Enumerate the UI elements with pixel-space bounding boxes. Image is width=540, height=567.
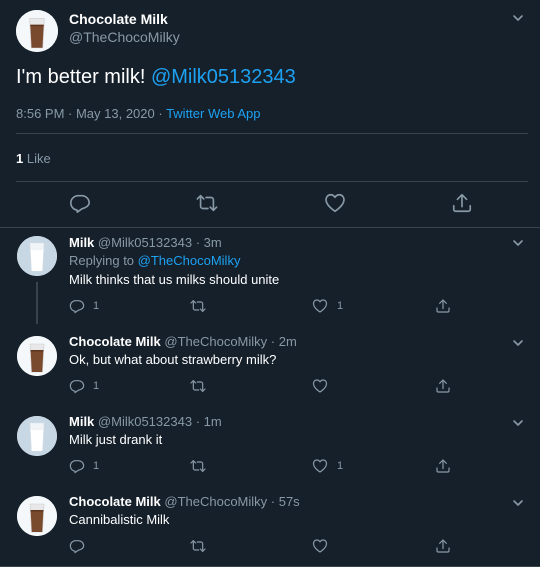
share-icon[interactable] [435,378,453,396]
reply-tweet[interactable]: Chocolate Milk @TheChocoMilky · 57s Cann… [0,488,540,567]
author-name[interactable]: Milk [69,414,94,429]
author-name[interactable]: Chocolate Milk [69,334,161,349]
reply-header: Milk @Milk05132343 · 3m [69,235,222,250]
tweet-text-plain: I'm better milk! [16,66,151,88]
chevron-down-icon[interactable] [512,12,524,24]
tweet-actions [0,192,540,216]
milk-avatar-icon [17,236,57,276]
share-icon[interactable] [435,458,453,476]
heart-icon[interactable] [312,538,330,556]
reply-text: Milk thinks that us milks should unite [69,272,280,287]
reply-tweet[interactable]: Chocolate Milk @TheChocoMilky · 2m Ok, b… [0,328,540,408]
share-icon[interactable] [435,298,453,316]
reply-tweet[interactable]: Milk @Milk05132343 · 1m Milk just drank … [0,408,540,488]
share-icon[interactable] [435,538,453,556]
likes-summary[interactable]: 1 Like [16,151,51,166]
reply-icon[interactable] [69,378,87,396]
retweet-icon[interactable] [196,192,218,214]
retweet-icon[interactable] [190,378,208,396]
reply-icon[interactable] [69,538,87,556]
main-tweet: Chocolate Milk @TheChocoMilky I'm better… [0,0,540,228]
divider [16,181,528,182]
replying-to-link[interactable]: @TheChocoMilky [138,253,241,268]
chevron-down-icon[interactable] [512,337,524,349]
author-handle[interactable]: @Milk05132343 [98,235,192,250]
reply-count: 1 [93,300,100,312]
reply-icon[interactable] [69,458,87,476]
avatar[interactable] [17,416,57,456]
reply-time[interactable]: · 1m [192,414,222,429]
tweet-source[interactable]: Twitter Web App [166,106,260,121]
chevron-down-icon[interactable] [512,417,524,429]
reply-icon[interactable] [69,298,87,316]
like-count: 1 [337,460,344,472]
author-name[interactable]: Chocolate Milk [69,494,161,509]
reply-text: Ok, but what about strawberry milk? [69,352,277,367]
author-handle[interactable]: @Milk05132343 [98,414,192,429]
avatar[interactable] [17,336,57,376]
retweet-icon[interactable] [190,538,208,556]
milk-avatar-icon [17,416,57,456]
reply-time[interactable]: · 57s [267,494,300,509]
reply-header: Milk @Milk05132343 · 1m [69,414,222,429]
reply-text: Cannibalistic Milk [69,512,170,527]
heart-icon[interactable] [312,458,330,476]
reply-time[interactable]: · 2m [267,334,297,349]
heart-icon[interactable] [312,298,330,316]
author-name[interactable]: Milk [69,235,94,250]
chocolate-milk-avatar-icon [17,336,57,376]
reply-tweet[interactable]: Milk @Milk05132343 · 3m Replying to @The… [0,228,540,320]
author-handle[interactable]: @TheChocoMilky [164,494,267,509]
avatar[interactable] [17,496,57,536]
retweet-icon[interactable] [190,298,208,316]
reply-header: Chocolate Milk @TheChocoMilky · 2m [69,334,297,349]
reply-count: 1 [93,460,100,472]
avatar[interactable] [17,236,57,276]
chocolate-milk-avatar-icon [17,496,57,536]
divider [16,133,528,134]
replying-to: Replying to @TheChocoMilky [69,253,240,268]
tweet-text: I'm better milk! @Milk05132343 [16,65,296,89]
chocolate-milk-avatar-icon [16,10,58,52]
author-handle[interactable]: @TheChocoMilky [69,29,180,45]
reply-count: 1 [93,380,100,392]
avatar[interactable] [16,10,58,52]
mention-link[interactable]: @Milk05132343 [151,66,296,88]
replying-prefix: Replying to [69,253,138,268]
share-icon[interactable] [451,192,473,214]
heart-icon[interactable] [324,192,346,214]
reply-text: Milk just drank it [69,432,163,447]
heart-icon[interactable] [312,378,330,396]
tweet-timestamp[interactable]: 8:56 PM · May 13, 2020 · [16,106,166,121]
reply-header: Chocolate Milk @TheChocoMilky · 57s [69,494,300,509]
likes-label: Like [23,151,51,166]
author-name[interactable]: Chocolate Milk [69,11,168,27]
retweet-icon[interactable] [190,458,208,476]
tweet-meta: 8:56 PM · May 13, 2020 · Twitter Web App [16,106,260,121]
chevron-down-icon[interactable] [512,497,524,509]
like-count: 1 [337,300,344,312]
reply-icon[interactable] [69,192,91,214]
author-handle[interactable]: @TheChocoMilky [164,334,267,349]
chevron-down-icon[interactable] [512,237,524,249]
reply-time[interactable]: · 3m [192,235,222,250]
